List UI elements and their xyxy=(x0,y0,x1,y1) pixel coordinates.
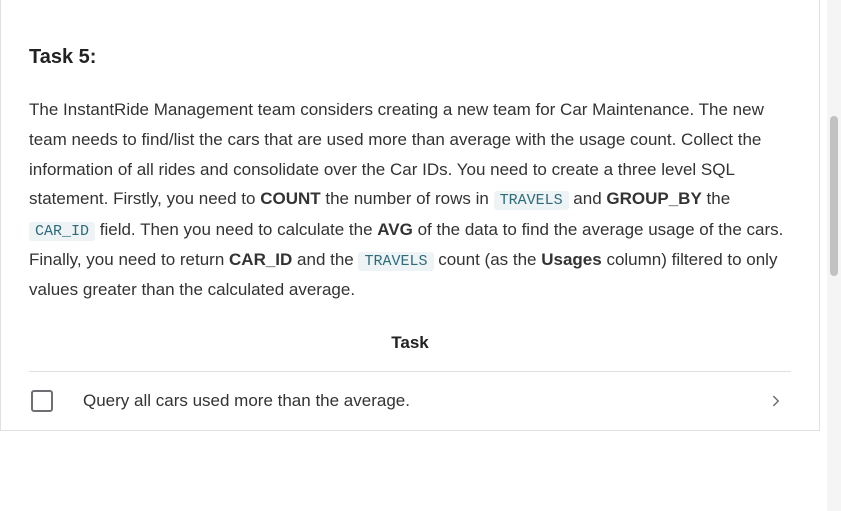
text-token: the number of rows in xyxy=(321,189,494,208)
text-token: and xyxy=(569,189,607,208)
task-description: The InstantRide Management team consider… xyxy=(29,95,791,305)
bold-token: AVG xyxy=(377,220,413,239)
task-checkbox[interactable] xyxy=(31,390,53,412)
bold-token: COUNT xyxy=(260,189,320,208)
bold-token: Usages xyxy=(541,250,601,269)
scrollbar-track[interactable] xyxy=(827,0,841,511)
task-panel: Task 5: The InstantRide Management team … xyxy=(0,0,820,431)
task-item-label: Query all cars used more than the averag… xyxy=(83,391,737,411)
code-token: TRAVELS xyxy=(494,191,569,210)
task-title: Task 5: xyxy=(29,46,791,69)
task-item-row[interactable]: Query all cars used more than the averag… xyxy=(29,371,791,430)
bold-token: GROUP_BY xyxy=(606,189,701,208)
code-token: TRAVELS xyxy=(358,252,433,271)
text-token: count (as the xyxy=(434,250,542,269)
chevron-right-icon xyxy=(767,392,785,410)
text-token: and the xyxy=(292,250,358,269)
code-token: CAR_ID xyxy=(29,222,95,241)
text-token: the xyxy=(702,189,730,208)
text-token: field. Then you need to calculate the xyxy=(95,220,377,239)
bold-token: CAR_ID xyxy=(229,250,292,269)
scrollbar-thumb[interactable] xyxy=(830,116,838,276)
task-subheading: Task xyxy=(29,333,791,353)
